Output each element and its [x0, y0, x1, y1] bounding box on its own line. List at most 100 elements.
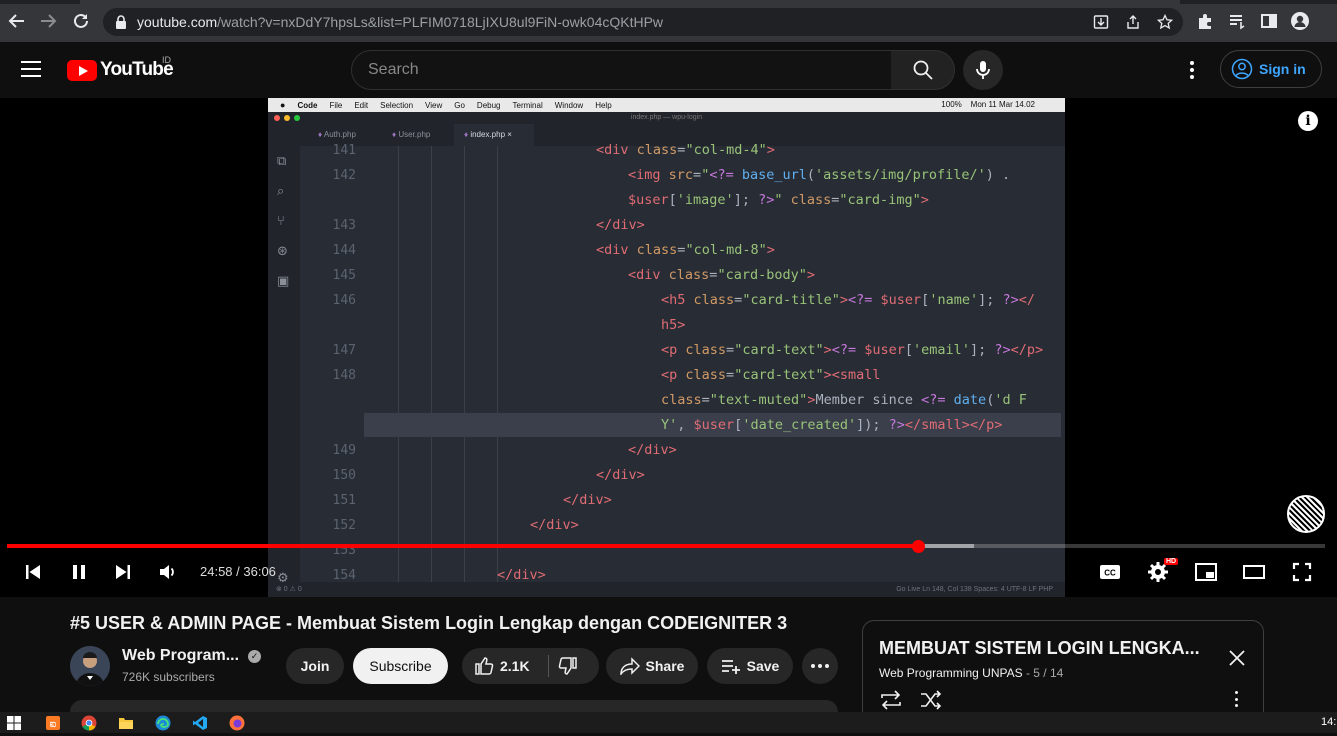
search-input[interactable]: Search [351, 50, 892, 90]
playlist-subtitle: Web Programming UNPAS - 5 / 14 [879, 666, 1063, 680]
code-line: </div> [530, 517, 579, 533]
search-button[interactable] [891, 50, 955, 90]
line-number: 154 [332, 568, 356, 583]
search-icon: ⌕ [277, 183, 285, 198]
info-icon[interactable]: i [1298, 111, 1318, 131]
video-player[interactable]: ● Code File Edit Selection View Go Debug… [0, 98, 1337, 597]
share-icon[interactable] [1125, 14, 1141, 30]
settings-more-icon[interactable] [1182, 60, 1202, 80]
vscode-icon[interactable] [192, 715, 208, 731]
files-icon: ⧉ [277, 153, 287, 168]
code-line: <img src="<?= base_url('assets/img/profi… [628, 167, 1011, 183]
playlist-menu-icon[interactable] [1235, 691, 1238, 707]
sign-in-button[interactable]: Sign in [1220, 50, 1322, 88]
menu-hamburger-icon[interactable] [21, 61, 41, 77]
firefox-icon[interactable] [229, 715, 245, 731]
menubar-item: Go [454, 100, 465, 110]
star-icon[interactable] [1156, 13, 1174, 30]
playlist-title[interactable]: MEMBUAT SISTEM LOGIN LENGKA... [879, 638, 1200, 659]
xampp-icon[interactable]: ಐ [45, 715, 61, 731]
share-arrow-icon [619, 657, 640, 675]
menubar-item: Terminal [512, 100, 543, 110]
reading-list-icon[interactable] [1228, 12, 1246, 30]
join-label: Join [300, 658, 330, 674]
chrome-icon[interactable] [81, 715, 97, 731]
youtube-play-logo-icon [67, 59, 97, 81]
channel-watermark[interactable] [1287, 495, 1325, 533]
mac-menubar: ● Code File Edit Selection View Go Debug… [268, 98, 1065, 112]
editor-activity-bar: ⧉ ⌕ ⑂ ⊛ ▣ ⚙ [268, 146, 300, 586]
windows-taskbar: ಐ 14: [0, 712, 1337, 733]
more-actions-button[interactable] [802, 648, 838, 684]
progress-played [7, 544, 919, 548]
sign-in-label: Sign in [1259, 61, 1306, 77]
subscribe-label: Subscribe [369, 658, 432, 674]
avatar[interactable] [70, 646, 110, 686]
mac-status-area: 100% Mon 11 Mar 14.02 [941, 100, 1035, 109]
code-line: <h5 class="card-title"><?= $user['name']… [661, 292, 1036, 308]
forward-arrow-icon[interactable] [37, 10, 59, 32]
menubar-item: Selection [380, 100, 414, 110]
menubar-item: Edit [354, 100, 369, 110]
active-tab[interactable] [80, 0, 1180, 4]
search-placeholder: Search [368, 61, 419, 78]
playlist-channel[interactable]: Web Programming UNPAS [879, 666, 1023, 680]
line-number: 144 [332, 243, 356, 258]
line-number: 147 [332, 343, 356, 358]
search-icon [913, 60, 933, 80]
previous-icon[interactable] [22, 560, 44, 584]
youtube-logo[interactable]: YouTube ID [67, 55, 174, 81]
next-icon[interactable] [112, 560, 134, 584]
join-button[interactable]: Join [286, 648, 344, 684]
volume-icon[interactable] [157, 560, 179, 584]
share-button[interactable]: Share [606, 648, 698, 684]
menubar-item: Code [297, 100, 318, 110]
channel-name[interactable]: Web Program... [122, 647, 239, 665]
lock-icon[interactable] [115, 15, 127, 34]
code-line: class="text-muted">Member since <?= date… [661, 392, 1027, 408]
video-frame: ● Code File Edit Selection View Go Debug… [268, 98, 1065, 597]
verified-check-icon: ✓ [248, 650, 261, 663]
code-line: </div> [563, 492, 612, 508]
browser-toolbar: youtube.com/watch?v=nxDdY7hpsLs&list=PLF… [0, 0, 1337, 42]
code-line: </div> [596, 217, 645, 233]
fullscreen-icon[interactable] [1290, 560, 1314, 584]
code-line: <p class="card-text"><small [661, 367, 881, 383]
url-text: youtube.com/watch?v=nxDdY7hpsLs&list=PLF… [137, 14, 663, 30]
miniplayer-icon[interactable] [1194, 560, 1218, 584]
progress-scrubber[interactable] [912, 540, 925, 553]
dislike-button[interactable] [558, 656, 578, 676]
like-button[interactable]: 2.1K [474, 656, 530, 676]
file-explorer-icon[interactable] [118, 715, 134, 731]
voice-search-button[interactable] [963, 50, 1003, 90]
side-panel-icon[interactable] [1260, 12, 1278, 30]
close-icon[interactable] [1226, 647, 1248, 669]
save-button[interactable]: Save [707, 648, 793, 684]
menubar-item: File [329, 100, 343, 110]
reload-icon[interactable] [70, 10, 92, 32]
install-icon[interactable] [1093, 14, 1109, 30]
subscribe-button[interactable]: Subscribe [353, 648, 448, 684]
address-bar[interactable]: youtube.com/watch?v=nxDdY7hpsLs&list=PLF… [103, 8, 1183, 36]
editor-statusbar: ⊗ 0 ⚠ 0 Go Live Ln 148, Col 138 Spaces: … [268, 582, 1065, 597]
code-line: <div class="col-md-8"> [596, 242, 775, 258]
back-arrow-icon[interactable] [6, 10, 28, 32]
share-label: Share [645, 658, 685, 674]
mac-clock: Mon 11 Mar 14.02 [970, 100, 1035, 109]
code-line: $user['image']; ?>" class="card-img"> [628, 192, 929, 208]
pause-icon[interactable] [68, 560, 90, 584]
code-content: <div class="col-md-4"> <img src="<?= bas… [364, 142, 1065, 586]
windows-start-icon[interactable] [6, 715, 22, 731]
thumbs-up-icon [475, 657, 494, 675]
description-box[interactable] [70, 700, 838, 712]
edge-icon[interactable] [155, 715, 171, 731]
subscriber-count: 726K subscribers [122, 670, 215, 684]
window-controls [274, 115, 304, 121]
theater-mode-icon[interactable] [1242, 560, 1266, 584]
line-number: 151 [332, 493, 356, 508]
profile-icon[interactable] [1291, 12, 1309, 30]
subtitles-icon[interactable]: CC [1098, 560, 1122, 584]
extensions-icon[interactable] [1196, 12, 1214, 30]
line-number: 143 [332, 218, 356, 233]
like-divider [548, 655, 549, 677]
